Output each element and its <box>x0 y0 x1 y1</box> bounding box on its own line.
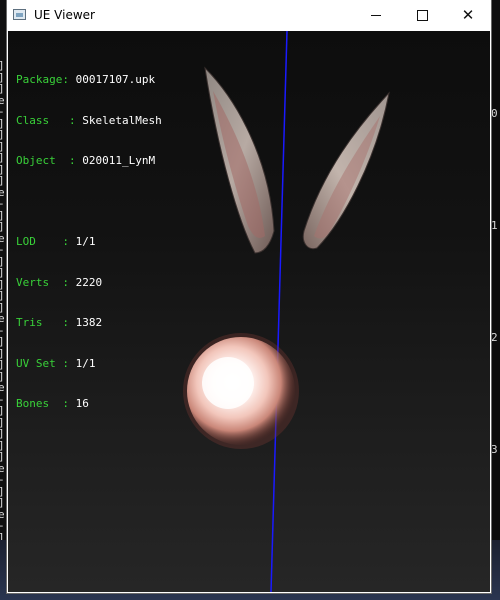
vertical-axis-line <box>270 31 288 592</box>
3d-viewport[interactable]: Package: 00017107.upk Class : SkeletalMe… <box>8 31 490 592</box>
minimize-icon <box>371 15 381 16</box>
info-sep: : <box>42 316 76 329</box>
info-row-uvset: UV Set : 1/1 <box>16 357 162 371</box>
background-console-right: 0 1 2 3 <box>490 30 500 600</box>
info-key: Bones <box>16 397 50 410</box>
info-key: Object <box>16 154 56 167</box>
info-key: Class <box>16 113 50 127</box>
glowing-ball-mesh <box>183 333 299 449</box>
info-sep: : <box>49 275 76 289</box>
info-sep: : <box>55 356 76 370</box>
info-sep: : <box>49 397 76 410</box>
info-key: LOD <box>16 235 36 248</box>
info-value: 1/1 <box>75 235 96 248</box>
ue-viewer-window: UE Viewer ✕ Package: 00017107.upk Class … <box>7 0 491 593</box>
info-key: Package <box>16 73 63 86</box>
info-key: Verts <box>16 275 50 289</box>
info-value: SkeletalMesh <box>82 113 162 127</box>
info-key: Tris <box>16 316 43 329</box>
info-value: 1382 <box>75 316 103 329</box>
left-ear-mesh <box>204 66 275 254</box>
info-sep: : <box>62 73 76 86</box>
info-row-object: Object : 020011_LynM <box>16 154 162 168</box>
title-bar[interactable]: UE Viewer ✕ <box>7 0 491 31</box>
info-sep: : <box>35 235 76 248</box>
info-row-lod: LOD : 1/1 <box>16 235 162 249</box>
app-window-icon <box>13 9 26 20</box>
info-row-class: Class : SkeletalMesh <box>16 114 162 128</box>
console-line: 3 <box>491 443 498 456</box>
info-row-bones: Bones : 16 <box>16 397 162 411</box>
window-title: UE Viewer <box>34 8 95 22</box>
info-sep: : <box>49 113 83 127</box>
console-line: 0 <box>491 107 498 120</box>
info-row-package: Package: 00017107.upk <box>16 73 162 87</box>
info-row-verts: Verts : 2220 <box>16 276 162 290</box>
minimize-button[interactable] <box>353 0 399 31</box>
console-line: 1 <box>491 219 498 232</box>
info-value: 1/1 <box>75 356 96 370</box>
maximize-button[interactable] <box>399 0 445 31</box>
right-ear-mesh <box>302 91 390 250</box>
close-button[interactable]: ✕ <box>445 0 491 31</box>
mesh-info-panel: Package: 00017107.upk Class : SkeletalMe… <box>16 46 162 438</box>
info-value: 16 <box>75 397 89 410</box>
maximize-icon <box>416 10 428 21</box>
close-icon: ✕ <box>461 6 475 24</box>
info-sep: : <box>55 154 83 167</box>
info-key: UV Set <box>16 356 56 370</box>
info-value: 00017107.upk <box>75 73 156 86</box>
info-value: 2220 <box>75 275 103 289</box>
console-line: 2 <box>491 331 498 344</box>
info-value: 020011_LynM <box>82 154 156 167</box>
info-row-tris: Tris : 1382 <box>16 316 162 330</box>
